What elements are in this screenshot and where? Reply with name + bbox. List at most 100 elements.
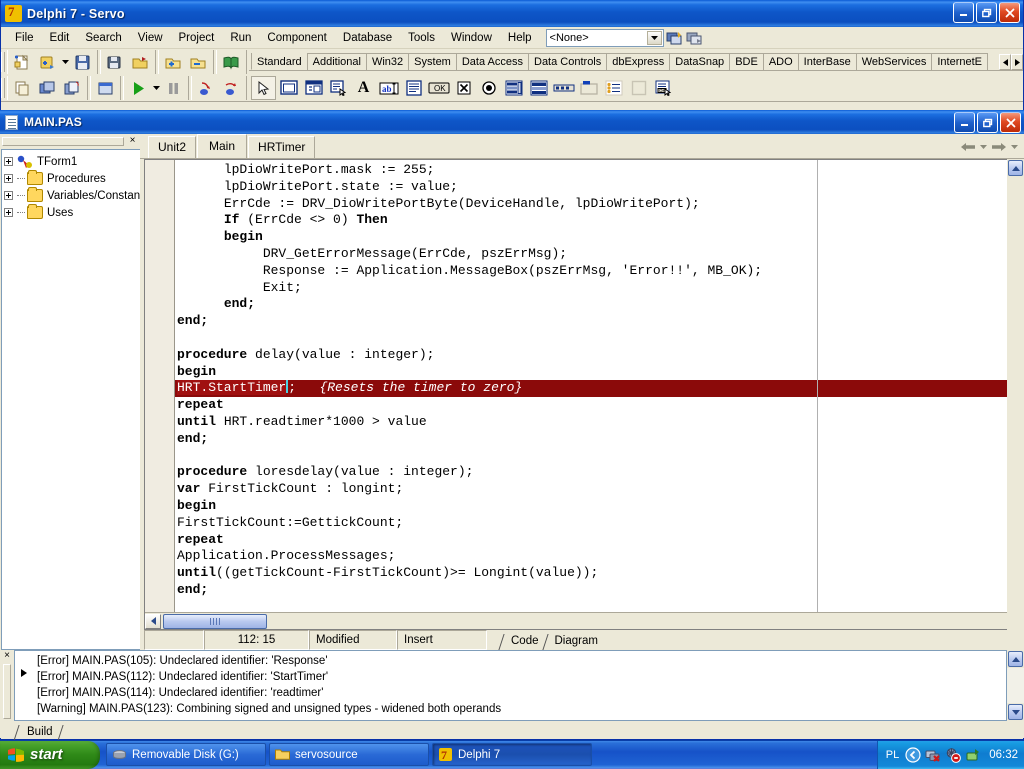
plus-icon[interactable] [4,157,13,166]
code-line[interactable]: If (ErrCde <> 0) Then [175,212,1007,229]
add-file-icon[interactable] [162,51,185,73]
save-icon[interactable] [71,51,94,73]
arrow-left-icon[interactable] [958,137,978,157]
code-text[interactable]: lpDioWritePort.mask := 255; lpDioWritePo… [175,160,1007,612]
view-unit-icon[interactable] [11,77,34,99]
triangle-left-icon[interactable] [999,54,1011,70]
view-form-icon[interactable] [36,77,59,99]
message-item[interactable]: [Error] MAIN.PAS(112): Undeclared identi… [37,669,1006,685]
editor-tab-main[interactable]: Main [197,134,248,158]
frames-icon[interactable] [276,76,301,100]
menu-database[interactable]: Database [335,30,400,46]
message-item[interactable]: [Warning] MAIN.PAS(123): Combining signe… [37,701,1006,717]
code-line[interactable]: until HRT.readtimer*1000 > value [175,414,1007,431]
plus-icon[interactable] [4,208,13,217]
list-box-icon[interactable] [501,76,526,100]
message-item[interactable]: [Error] MAIN.PAS(114): Undeclared identi… [37,685,1006,701]
taskbar-item-removable-disk[interactable]: Removable Disk (G:) [106,743,266,766]
menu-edit[interactable]: Edit [42,30,78,46]
triangle-down-icon[interactable] [1008,704,1023,720]
radio-group-icon[interactable] [601,76,626,100]
code-line[interactable]: lpDioWritePort.state := value; [175,179,1007,196]
new-file-icon[interactable] [11,51,34,73]
code-selection[interactable]: HRT.StartTimer [177,380,287,396]
code-line[interactable] [175,448,1007,465]
palette-tab-dbexpress[interactable]: dbExpress [606,53,671,70]
palette-tab-additional[interactable]: Additional [306,53,367,70]
editor-maximize-button[interactable] [977,112,998,133]
palette-tab-datasnap[interactable]: DataSnap [669,53,731,70]
edit-box-icon[interactable]: ab [376,76,401,100]
editor-tab-hrtimer[interactable]: HRTimer [248,136,316,158]
chevron-down-icon[interactable] [646,30,662,45]
message-scroll-track[interactable] [1007,668,1024,703]
code-line[interactable] [175,330,1007,347]
main-menu-icon[interactable] [301,76,326,100]
menu-window[interactable]: Window [443,30,500,46]
tray-clock[interactable]: 06:32 [989,749,1018,761]
close-x-icon[interactable]: × [127,136,138,147]
code-line[interactable]: FirstTickCount:=GettickCount; [175,515,1007,532]
code-line[interactable]: Application.ProcessMessages; [175,548,1007,565]
popup-menu-icon[interactable] [326,76,351,100]
code-line[interactable]: begin [175,229,1007,246]
project-selector-combo[interactable]: <None> [545,28,664,47]
toggle-form-unit-icon[interactable] [61,77,84,99]
network-disconnected-icon[interactable] [925,747,941,763]
editor-close-button[interactable] [1000,112,1021,133]
open-folder-icon[interactable] [129,51,152,73]
code-line[interactable]: DRV_GetErrorMessage(ErrCde, pszErrMsg); [175,246,1007,263]
message-lines[interactable]: [Error] MAIN.PAS(105): Undeclared identi… [37,651,1006,720]
maximize-button[interactable] [976,2,997,23]
toolbar-grip-2[interactable] [1,78,5,98]
help-book-icon[interactable] [220,51,243,73]
action-list-icon[interactable]: OK [651,76,676,100]
close-button[interactable] [999,2,1020,23]
remove-file-icon[interactable] [187,51,210,73]
new-form-icon[interactable] [94,77,117,99]
triangle-up-icon[interactable] [1008,160,1023,176]
view-tab-code[interactable]: Code [501,633,545,648]
open-project-icon[interactable] [36,51,59,73]
code-explorer-item-tform1[interactable]: TForm1 [4,153,140,170]
code-line[interactable]: begin [175,364,1007,381]
code-line[interactable]: procedure loresdelay(value : integer); [175,464,1007,481]
menu-component[interactable]: Component [259,30,334,46]
message-vertical-scrollbar[interactable] [1007,650,1024,721]
message-list[interactable]: [Error] MAIN.PAS(105): Undeclared identi… [14,650,1007,721]
pointer-arrow-icon[interactable] [251,76,276,100]
open-project-dropdown[interactable] [60,51,70,73]
code-line[interactable]: until((getTickCount-FirstTickCount)>= Lo… [175,565,1007,582]
scroll-bar-icon[interactable] [551,76,576,100]
code-explorer-drag-handle[interactable] [2,137,124,146]
antivirus-alert-icon[interactable] [945,747,962,763]
message-item[interactable]: [Error] MAIN.PAS(105): Undeclared identi… [37,653,1006,669]
code-line[interactable]: end; [175,582,1007,599]
start-button[interactable]: start [0,740,100,769]
message-panel-drag-handle[interactable] [3,664,11,719]
code-explorer-item-variables[interactable]: Variables/Constants [4,187,140,204]
safely-remove-hardware-icon[interactable] [965,747,981,763]
palette-tab-webservices[interactable]: WebServices [855,53,933,70]
triangle-up-icon[interactable] [1008,651,1023,667]
editor-minimize-button[interactable] [954,112,975,133]
palette-tab-bde[interactable]: BDE [729,53,764,70]
palette-tab-standard[interactable]: Standard [251,53,308,70]
menu-file[interactable]: File [7,30,42,46]
plus-icon[interactable] [4,174,13,183]
palette-tab-win32[interactable]: Win32 [365,53,410,70]
menu-view[interactable]: View [130,30,171,46]
hscroll-thumb[interactable] [163,613,267,629]
toolbar-grip[interactable] [1,52,5,72]
message-tab-build[interactable]: Build [16,725,61,738]
close-x-icon[interactable]: × [4,651,10,661]
save-all-icon[interactable] [104,51,127,73]
code-line[interactable]: end; [175,313,1007,330]
menu-help[interactable]: Help [500,30,540,46]
editor-vertical-scrollbar[interactable] [1007,159,1024,630]
palette-tab-system[interactable]: System [408,53,457,70]
triangle-left-icon[interactable] [145,613,161,629]
pause-icon[interactable] [162,77,185,99]
editor-tab-unit2[interactable]: Unit2 [148,136,197,158]
taskbar-item-delphi7[interactable]: 7 Delphi 7 [432,743,592,766]
